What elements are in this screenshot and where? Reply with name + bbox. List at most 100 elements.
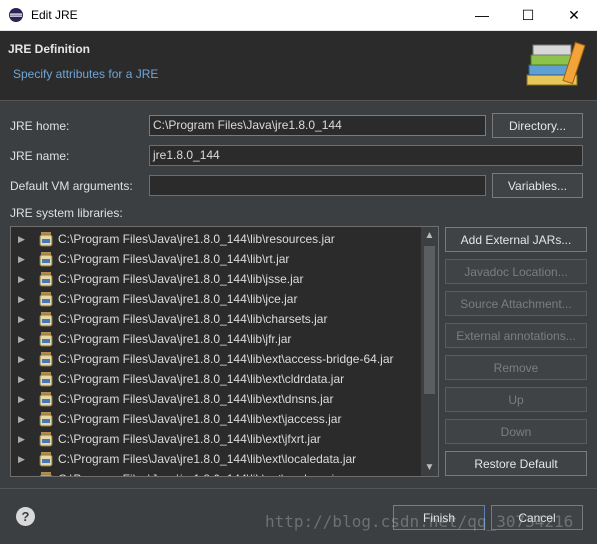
up-button[interactable]: Up [445, 387, 587, 412]
source-attachment-label: Source Attachment... [460, 296, 572, 311]
jre-name-field[interactable]: jre1.8.0_144 [149, 145, 583, 166]
scroll-down-icon[interactable]: ▼ [421, 459, 438, 476]
list-item[interactable]: ▶ C:\Program Files\Java\jre1.8.0_144\lib\… [11, 229, 421, 249]
remove-label: Remove [493, 360, 539, 375]
expand-arrow-icon[interactable]: ▶ [18, 474, 28, 477]
jar-icon [39, 272, 53, 287]
footer-separator [0, 488, 597, 489]
variables-button[interactable]: Variables... [492, 173, 583, 198]
jar-icon [39, 232, 53, 247]
help-glyph: ? [21, 509, 30, 524]
directory-button[interactable]: Directory... [492, 113, 583, 138]
jar-icon [39, 472, 53, 476]
library-path: C:\Program Files\Java\jre1.8.0_144\lib\r… [58, 252, 290, 266]
jar-icon [39, 452, 53, 467]
library-path: C:\Program Files\Java\jre1.8.0_144\lib\e… [58, 452, 357, 466]
javadoc-location-button[interactable]: Javadoc Location... [445, 259, 587, 284]
restore-default-button[interactable]: Restore Default [445, 451, 587, 476]
expand-arrow-icon[interactable]: ▶ [18, 334, 28, 345]
finish-button[interactable]: Finish [393, 505, 485, 530]
maximize-button[interactable]: ☐ [505, 0, 551, 31]
jar-icon [39, 432, 53, 447]
expand-arrow-icon[interactable]: ▶ [18, 274, 28, 285]
cancel-label: Cancel [518, 510, 556, 525]
vm-args-label: Default VM arguments: [10, 179, 133, 193]
cancel-button[interactable]: Cancel [491, 505, 583, 530]
jar-icon [39, 392, 53, 407]
external-annotations-label: External annotations... [456, 328, 576, 343]
libraries-tree[interactable]: ▶ C:\Program Files\Java\jre1.8.0_144\lib\… [10, 226, 439, 477]
close-button[interactable]: ✕ [551, 0, 597, 31]
expand-arrow-icon[interactable]: ▶ [18, 254, 28, 265]
expand-arrow-icon[interactable]: ▶ [18, 454, 28, 465]
title-bar: Edit JRE — ☐ ✕ [0, 0, 597, 31]
expand-arrow-icon[interactable]: ▶ [18, 354, 28, 365]
jar-icon [39, 332, 53, 347]
finish-label: Finish [422, 510, 455, 525]
list-item[interactable]: ▶ C:\Program Files\Java\jre1.8.0_144\lib\… [11, 269, 421, 289]
expand-arrow-icon[interactable]: ▶ [18, 294, 28, 305]
list-item[interactable]: ▶ C:\Program Files\Java\jre1.8.0_144\lib\… [11, 389, 421, 409]
scroll-thumb[interactable] [424, 246, 435, 394]
jar-icon [39, 372, 53, 387]
jar-icon [39, 312, 53, 327]
remove-button[interactable]: Remove [445, 355, 587, 380]
directory-button-label: Directory... [508, 118, 567, 133]
scroll-up-icon[interactable]: ▲ [421, 227, 438, 244]
javadoc-location-label: Javadoc Location... [464, 264, 568, 279]
list-item[interactable]: ▶ C:\Program Files\Java\jre1.8.0_144\lib\… [11, 289, 421, 309]
vertical-scrollbar[interactable]: ▲ ▼ [421, 227, 438, 476]
library-path: C:\Program Files\Java\jre1.8.0_144\lib\e… [58, 392, 334, 406]
window-title: Edit JRE [31, 8, 78, 22]
add-external-jars-label: Add External JARs... [460, 232, 572, 247]
down-label: Down [500, 424, 532, 439]
add-external-jars-button[interactable]: Add External JARs... [445, 227, 587, 252]
library-path: C:\Program Files\Java\jre1.8.0_144\lib\r… [58, 232, 335, 246]
library-path: C:\Program Files\Java\jre1.8.0_144\lib\j… [58, 332, 292, 346]
library-path: C:\Program Files\Java\jre1.8.0_144\lib\e… [58, 352, 394, 366]
jre-books-icon [526, 41, 586, 86]
library-path: C:\Program Files\Java\jre1.8.0_144\lib\c… [58, 312, 328, 326]
expand-arrow-icon[interactable]: ▶ [18, 414, 28, 425]
list-item[interactable]: ▶ C:\Program Files\Java\jre1.8.0_144\lib\… [11, 369, 421, 389]
jar-icon [39, 252, 53, 267]
minimize-button[interactable]: — [459, 0, 505, 31]
vm-args-field[interactable] [149, 175, 486, 196]
expand-arrow-icon[interactable]: ▶ [18, 434, 28, 445]
down-button[interactable]: Down [445, 419, 587, 444]
libraries-label: JRE system libraries: [10, 206, 123, 220]
source-attachment-button[interactable]: Source Attachment... [445, 291, 587, 316]
expand-arrow-icon[interactable]: ▶ [18, 394, 28, 405]
up-label: Up [508, 392, 524, 407]
list-item[interactable]: ▶ C:\Program Files\Java\jre1.8.0_144\lib\… [11, 329, 421, 349]
library-path: C:\Program Files\Java\jre1.8.0_144\lib\e… [58, 432, 321, 446]
restore-default-label: Restore Default [474, 456, 558, 471]
jar-icon [39, 292, 53, 307]
header-title: JRE Definition [8, 42, 91, 56]
jre-home-label: JRE home: [10, 119, 70, 133]
library-path: C:\Program Files\Java\jre1.8.0_144\lib\j… [58, 292, 298, 306]
libraries-list: ▶ C:\Program Files\Java\jre1.8.0_144\lib\… [11, 229, 421, 477]
eclipse-icon [9, 8, 23, 22]
variables-button-label: Variables... [507, 178, 568, 193]
library-path: C:\Program Files\Java\jre1.8.0_144\lib\j… [58, 272, 304, 286]
library-path: C:\Program Files\Java\jre1.8.0_144\lib\e… [58, 372, 345, 386]
list-item[interactable]: ▶ C:\Program Files\Java\jre1.8.0_144\lib\… [11, 429, 421, 449]
expand-arrow-icon[interactable]: ▶ [18, 314, 28, 325]
expand-arrow-icon[interactable]: ▶ [18, 374, 28, 385]
dialog-header: JRE Definition Specify attributes for a … [0, 31, 597, 101]
list-item[interactable]: ▶ C:\Program Files\Java\jre1.8.0_144\lib\… [11, 469, 421, 477]
jre-home-field[interactable]: C:\Program Files\Java\jre1.8.0_144 [149, 115, 486, 136]
jar-icon [39, 352, 53, 367]
list-item[interactable]: ▶ C:\Program Files\Java\jre1.8.0_144\lib\… [11, 349, 421, 369]
list-item[interactable]: ▶ C:\Program Files\Java\jre1.8.0_144\lib\… [11, 449, 421, 469]
jar-icon [39, 412, 53, 427]
library-path: C:\Program Files\Java\jre1.8.0_144\lib\e… [58, 412, 342, 426]
external-annotations-button[interactable]: External annotations... [445, 323, 587, 348]
list-item[interactable]: ▶ C:\Program Files\Java\jre1.8.0_144\lib\… [11, 409, 421, 429]
list-item[interactable]: ▶ C:\Program Files\Java\jre1.8.0_144\lib\… [11, 249, 421, 269]
help-icon[interactable]: ? [16, 507, 35, 526]
expand-arrow-icon[interactable]: ▶ [18, 234, 28, 245]
jre-name-label: JRE name: [10, 149, 70, 163]
list-item[interactable]: ▶ C:\Program Files\Java\jre1.8.0_144\lib\… [11, 309, 421, 329]
